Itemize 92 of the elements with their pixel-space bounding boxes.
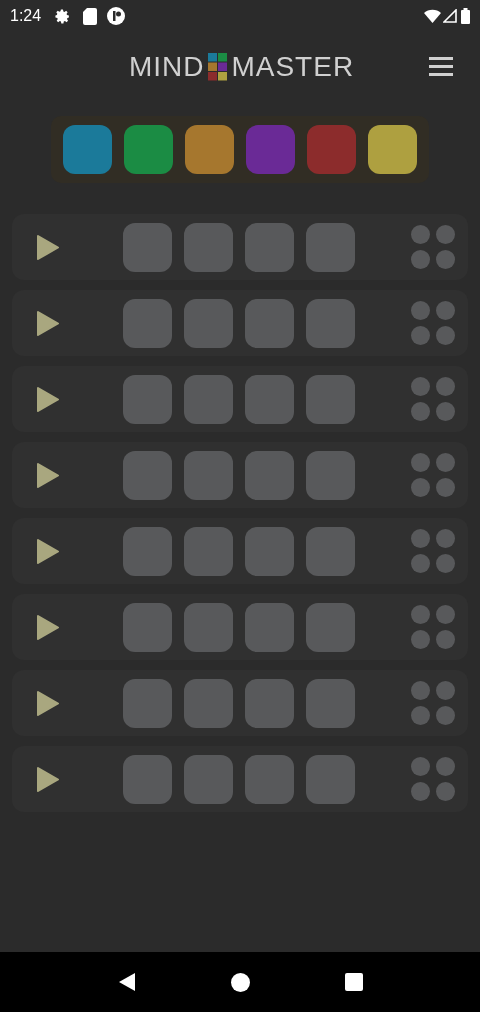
empty-slot[interactable] bbox=[306, 374, 355, 424]
color-peg[interactable] bbox=[63, 125, 112, 174]
hint-peg bbox=[411, 757, 430, 776]
empty-slot[interactable] bbox=[306, 222, 355, 272]
empty-slot[interactable] bbox=[123, 222, 172, 272]
battery-icon bbox=[461, 8, 470, 24]
empty-slot[interactable] bbox=[306, 602, 355, 652]
empty-slot[interactable] bbox=[123, 526, 172, 576]
play-icon[interactable] bbox=[37, 765, 59, 793]
wifi-icon bbox=[424, 9, 441, 23]
app-badge-icon bbox=[107, 7, 126, 25]
hint-peg bbox=[411, 453, 430, 472]
hint-peg bbox=[436, 478, 455, 497]
hint-peg bbox=[411, 529, 430, 548]
empty-slot[interactable] bbox=[245, 754, 294, 804]
hint-peg bbox=[411, 225, 430, 244]
hint-peg bbox=[436, 554, 455, 573]
hint-peg bbox=[411, 706, 430, 725]
hint-peg bbox=[411, 326, 430, 345]
empty-slot[interactable] bbox=[184, 602, 233, 652]
play-icon[interactable] bbox=[37, 461, 59, 489]
hint-peg bbox=[436, 377, 455, 396]
logo-grid-icon bbox=[208, 53, 228, 81]
empty-slot[interactable] bbox=[245, 526, 294, 576]
hint-peg bbox=[411, 630, 430, 649]
hint-peg bbox=[436, 402, 455, 421]
empty-slot[interactable] bbox=[245, 298, 294, 348]
empty-slot[interactable] bbox=[123, 374, 172, 424]
empty-slot[interactable] bbox=[245, 602, 294, 652]
hint-peg bbox=[436, 605, 455, 624]
empty-slot[interactable] bbox=[306, 450, 355, 500]
empty-slot[interactable] bbox=[245, 222, 294, 272]
empty-slot[interactable] bbox=[184, 222, 233, 272]
color-peg[interactable] bbox=[185, 125, 234, 174]
empty-slot[interactable] bbox=[184, 374, 233, 424]
logo-text: MASTER bbox=[231, 53, 355, 81]
recents-icon[interactable] bbox=[344, 973, 363, 991]
empty-slot[interactable] bbox=[306, 754, 355, 804]
hint-peg bbox=[436, 681, 455, 700]
color-peg[interactable] bbox=[307, 125, 356, 174]
hint-peg bbox=[411, 377, 430, 396]
empty-slot[interactable] bbox=[123, 678, 172, 728]
play-icon[interactable] bbox=[37, 309, 59, 337]
signal-icon bbox=[443, 9, 457, 23]
hint-peg bbox=[436, 757, 455, 776]
play-icon[interactable] bbox=[37, 613, 59, 641]
empty-slot[interactable] bbox=[245, 678, 294, 728]
play-icon[interactable] bbox=[37, 689, 59, 717]
play-icon[interactable] bbox=[37, 233, 59, 261]
empty-slot[interactable] bbox=[245, 374, 294, 424]
empty-slot[interactable] bbox=[306, 526, 355, 576]
hint-peg bbox=[436, 706, 455, 725]
hint-peg bbox=[411, 554, 430, 573]
status-time: 1:24 bbox=[10, 6, 42, 26]
hint-peg bbox=[411, 250, 430, 269]
color-peg[interactable] bbox=[368, 125, 417, 174]
hint-peg bbox=[436, 225, 455, 244]
empty-slot[interactable] bbox=[306, 298, 355, 348]
color-peg[interactable] bbox=[124, 125, 173, 174]
hint-peg bbox=[411, 605, 430, 624]
back-icon[interactable] bbox=[117, 972, 136, 992]
sd-card-icon bbox=[83, 7, 98, 25]
home-icon[interactable] bbox=[230, 972, 250, 992]
hint-peg bbox=[411, 681, 430, 700]
empty-slot[interactable] bbox=[184, 526, 233, 576]
play-icon[interactable] bbox=[37, 385, 59, 413]
empty-slot[interactable] bbox=[123, 602, 172, 652]
empty-slot[interactable] bbox=[123, 754, 172, 804]
empty-slot[interactable] bbox=[306, 678, 355, 728]
hint-peg bbox=[411, 782, 430, 801]
hint-peg bbox=[436, 453, 455, 472]
hint-peg bbox=[436, 529, 455, 548]
empty-slot[interactable] bbox=[123, 450, 172, 500]
gear-icon bbox=[54, 7, 72, 25]
hint-peg bbox=[436, 630, 455, 649]
hint-peg bbox=[411, 301, 430, 320]
empty-slot[interactable] bbox=[245, 450, 294, 500]
hint-peg bbox=[411, 402, 430, 421]
empty-slot[interactable] bbox=[123, 298, 172, 348]
hint-peg bbox=[436, 301, 455, 320]
hint-peg bbox=[436, 782, 455, 801]
color-peg[interactable] bbox=[246, 125, 295, 174]
empty-slot[interactable] bbox=[184, 298, 233, 348]
menu-icon[interactable] bbox=[429, 57, 453, 76]
empty-slot[interactable] bbox=[184, 754, 233, 804]
empty-slot[interactable] bbox=[184, 450, 233, 500]
play-icon[interactable] bbox=[37, 537, 59, 565]
logo-text: MIND bbox=[128, 53, 205, 81]
hint-peg bbox=[436, 250, 455, 269]
hint-peg bbox=[411, 478, 430, 497]
hint-peg bbox=[436, 326, 455, 345]
empty-slot[interactable] bbox=[184, 678, 233, 728]
